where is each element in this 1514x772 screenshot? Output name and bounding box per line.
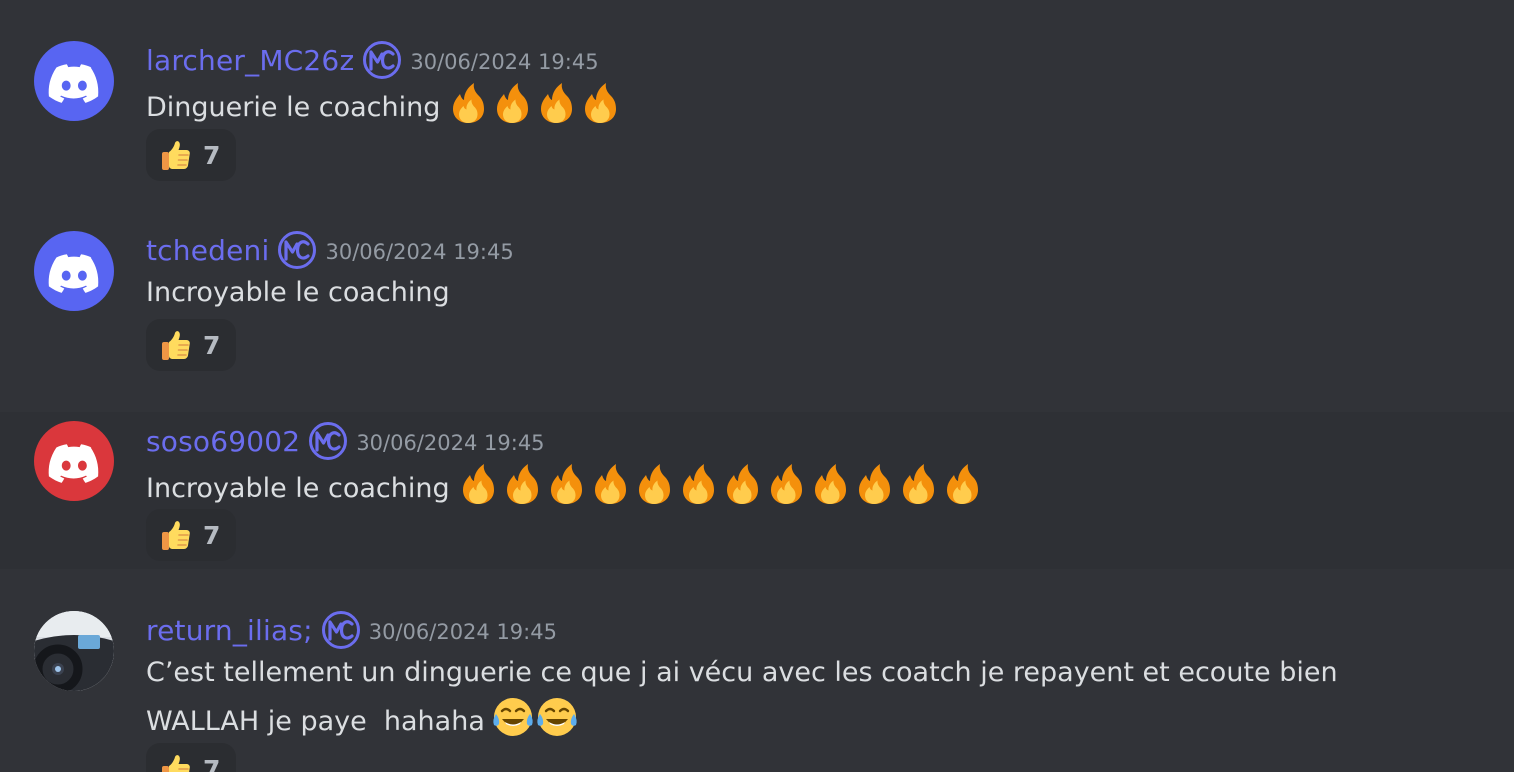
message-item: soso69002 30/06/2024 19:45 Incroyable le…	[0, 412, 1514, 569]
reaction-count: 7	[203, 520, 221, 550]
message-text: C’est tellement un dinguerie ce que j ai…	[146, 657, 1347, 737]
mc-role-icon[interactable]	[362, 40, 402, 80]
face-with-tears-of-joy-icon[interactable]	[491, 695, 535, 739]
avatar[interactable]	[34, 41, 114, 121]
fire-emoji-icon[interactable]	[500, 462, 544, 506]
discord-logo-icon	[34, 41, 114, 121]
avatar[interactable]	[34, 231, 114, 311]
message-item: return_ilias; 30/06/2024 19:45 C’est tel…	[0, 569, 1514, 772]
mc-role-icon[interactable]	[277, 230, 317, 270]
message-header: soso69002 30/06/2024 19:45	[146, 419, 545, 463]
reaction-count: 7	[203, 754, 221, 772]
message-text: Dinguerie le coaching	[146, 92, 441, 123]
mc-role-icon[interactable]	[321, 610, 361, 650]
message-header: tchedeni 30/06/2024 19:45	[146, 228, 514, 272]
message-timestamp[interactable]: 30/06/2024 19:45	[325, 237, 513, 264]
reaction-button[interactable]: 7	[146, 319, 236, 371]
message-timestamp[interactable]: 30/06/2024 19:45	[369, 617, 557, 644]
face-with-tears-of-joy-icon[interactable]	[535, 695, 579, 739]
fire-emoji-icon[interactable]	[764, 462, 808, 506]
author-username[interactable]: tchedeni	[146, 234, 269, 267]
reaction-count: 7	[203, 330, 221, 360]
fire-emoji-icon[interactable]	[676, 462, 720, 506]
thumbs-up-icon	[159, 138, 193, 172]
reaction-count: 7	[203, 140, 221, 170]
message-text: Incroyable le coaching	[146, 277, 450, 308]
fire-emoji-icon[interactable]	[446, 81, 490, 125]
avatar[interactable]	[34, 611, 114, 691]
reaction-button[interactable]: 7	[146, 129, 236, 181]
message-header: return_ilias; 30/06/2024 19:45	[146, 608, 557, 652]
message-content: Incroyable le coaching	[146, 462, 1354, 511]
message-item: tchedeni 30/06/2024 19:45 Incroyable le …	[0, 200, 1514, 412]
thumbs-up-icon	[159, 752, 193, 772]
message-timestamp[interactable]: 30/06/2024 19:45	[356, 428, 544, 455]
fire-emoji-icon[interactable]	[940, 462, 984, 506]
fire-emoji-icon[interactable]	[852, 462, 896, 506]
author-username[interactable]: larcher_MC26z	[146, 44, 354, 77]
discord-logo-icon	[34, 421, 114, 501]
emoji-group	[446, 81, 622, 125]
message-header: larcher_MC26z 30/06/2024 19:45	[146, 38, 599, 82]
discord-logo-icon	[34, 231, 114, 311]
thumbs-up-icon	[159, 328, 193, 362]
avatar[interactable]	[34, 421, 114, 501]
message-item: larcher_MC26z 30/06/2024 19:45 Dinguerie…	[0, 0, 1514, 200]
fire-emoji-icon[interactable]	[588, 462, 632, 506]
fire-emoji-icon[interactable]	[456, 462, 500, 506]
fire-emoji-icon[interactable]	[808, 462, 852, 506]
fire-emoji-icon[interactable]	[544, 462, 588, 506]
reaction-button[interactable]: 7	[146, 743, 236, 772]
message-text: Incroyable le coaching	[146, 473, 450, 504]
emoji-group	[491, 695, 579, 739]
fire-emoji-icon[interactable]	[534, 81, 578, 125]
author-username[interactable]: return_ilias;	[146, 614, 313, 647]
fire-emoji-icon[interactable]	[896, 462, 940, 506]
fire-emoji-icon[interactable]	[490, 81, 534, 125]
message-content: Dinguerie le coaching	[146, 81, 1354, 130]
author-username[interactable]: soso69002	[146, 425, 300, 458]
fire-emoji-icon[interactable]	[720, 462, 764, 506]
message-feed: larcher_MC26z 30/06/2024 19:45 Dinguerie…	[0, 0, 1514, 772]
user-photo-icon	[34, 611, 114, 691]
fire-emoji-icon[interactable]	[578, 81, 622, 125]
message-content: Incroyable le coaching	[146, 271, 1354, 315]
emoji-group	[456, 462, 984, 506]
thumbs-up-icon	[159, 518, 193, 552]
reaction-button[interactable]: 7	[146, 509, 236, 561]
fire-emoji-icon[interactable]	[632, 462, 676, 506]
message-timestamp[interactable]: 30/06/2024 19:45	[410, 47, 598, 74]
message-content: C’est tellement un dinguerie ce que j ai…	[146, 651, 1354, 744]
mc-role-icon[interactable]	[308, 421, 348, 461]
